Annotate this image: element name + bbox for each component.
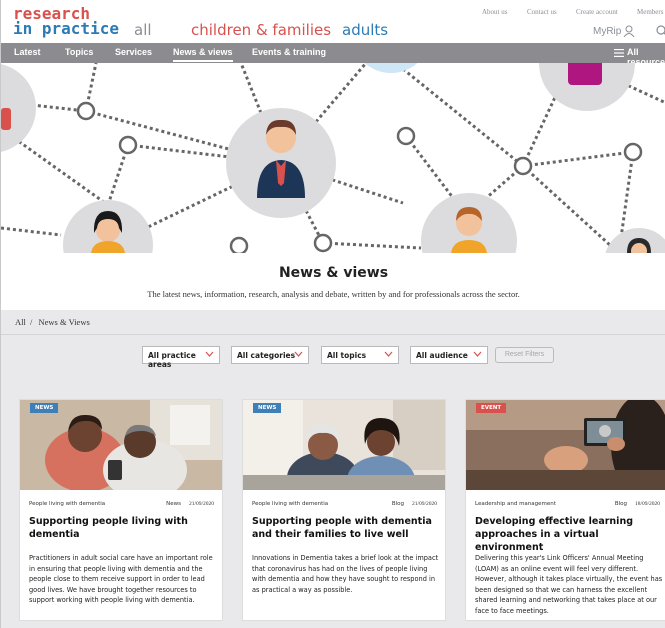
logo-line-2: in practice	[13, 19, 119, 38]
nav-events-training[interactable]: Events & training	[252, 47, 326, 57]
search-icon[interactable]	[656, 25, 665, 37]
card-practice-area[interactable]: People living with dementia	[252, 501, 328, 507]
contact-us-link[interactable]: Contact us	[527, 8, 557, 16]
card-summary: Innovations in Dementia takes a brief lo…	[252, 554, 439, 594]
article-card[interactable]: EVENT Leadership and management Blog 18/…	[465, 399, 665, 621]
audience-all-link[interactable]: all	[134, 21, 152, 39]
event-badge: EVENT	[476, 403, 507, 413]
site-header: research in practice all children & fami…	[1, 0, 665, 43]
topics-value: All topics	[327, 351, 367, 360]
categories-value: All categories	[237, 351, 296, 360]
audience-select[interactable]: All audience	[410, 346, 488, 364]
audience-children-families-link[interactable]: children & families	[191, 21, 331, 39]
card-date: 18/09/2020	[634, 501, 660, 507]
site-logo[interactable]: research in practice	[13, 6, 119, 38]
card-practice-area[interactable]: Leadership and management	[475, 501, 556, 507]
network-people-illustration	[1, 63, 665, 253]
page: research in practice all children & fami…	[0, 0, 665, 628]
article-card[interactable]: NEWS People living with dementia Blog 21…	[242, 399, 446, 621]
breadcrumb-all-link[interactable]: All	[15, 317, 26, 327]
card-image-two-women	[243, 400, 445, 490]
nav-latest[interactable]: Latest	[14, 47, 41, 57]
practice-areas-select[interactable]: All practice areas	[142, 346, 220, 369]
practice-areas-value: All practice areas	[148, 351, 196, 369]
news-badge: NEWS	[253, 403, 282, 413]
breadcrumb-current: News & Views	[38, 317, 90, 327]
card-practice-area[interactable]: People living with dementia	[29, 501, 105, 507]
card-image-couple	[20, 400, 222, 490]
nav-topics[interactable]: Topics	[65, 47, 93, 57]
news-badge: NEWS	[30, 403, 59, 413]
card-title[interactable]: Supporting people living with dementia	[29, 515, 219, 541]
main-nav: Latest Topics Services News & views Even…	[1, 43, 665, 67]
chevron-down-icon	[294, 351, 303, 357]
card-date: 21/09/2020	[411, 501, 437, 507]
card-title[interactable]: Supporting people with dementia and thei…	[252, 515, 442, 541]
card-type: Blog	[614, 501, 627, 507]
divider	[1, 334, 665, 335]
audience-adults-link[interactable]: adults	[342, 21, 388, 39]
chevron-down-icon	[473, 351, 482, 357]
card-type: News	[166, 501, 181, 507]
about-us-link[interactable]: About us	[482, 8, 507, 16]
card-summary: Delivering this year's Link Officers' An…	[475, 554, 663, 615]
myrip-link[interactable]: MyRip	[593, 26, 621, 37]
page-subtitle: The latest news, information, research, …	[147, 289, 520, 299]
members-link[interactable]: Members	[637, 8, 663, 16]
hero-illustration	[1, 63, 665, 253]
card-summary: Practitioners in adult social care have …	[29, 554, 213, 605]
breadcrumb: All / News & Views	[15, 317, 92, 327]
topics-select[interactable]: All topics	[321, 346, 399, 364]
create-account-link[interactable]: Create account	[576, 8, 618, 16]
card-title[interactable]: Developing effective learning approaches…	[475, 515, 665, 554]
chevron-down-icon	[384, 351, 393, 357]
menu-icon[interactable]	[614, 49, 624, 57]
article-card[interactable]: NEWS People living with dementia News 21…	[19, 399, 223, 621]
categories-select[interactable]: All categories	[231, 346, 309, 364]
chevron-down-icon	[205, 351, 214, 357]
nav-services[interactable]: Services	[115, 47, 152, 57]
user-icon[interactable]	[623, 25, 635, 37]
breadcrumb-separator: /	[30, 317, 33, 327]
nav-news-views[interactable]: News & views	[173, 47, 233, 62]
page-title: News & views	[278, 265, 389, 281]
card-type: Blog	[391, 501, 404, 507]
audience-value: All audience	[416, 351, 468, 360]
card-image-video-call	[466, 400, 665, 490]
card-date: 21/09/2020	[188, 501, 214, 507]
page-title-band: News & views The latest news, informatio…	[1, 253, 665, 310]
reset-filters-button[interactable]: Reset Filters	[495, 347, 554, 363]
